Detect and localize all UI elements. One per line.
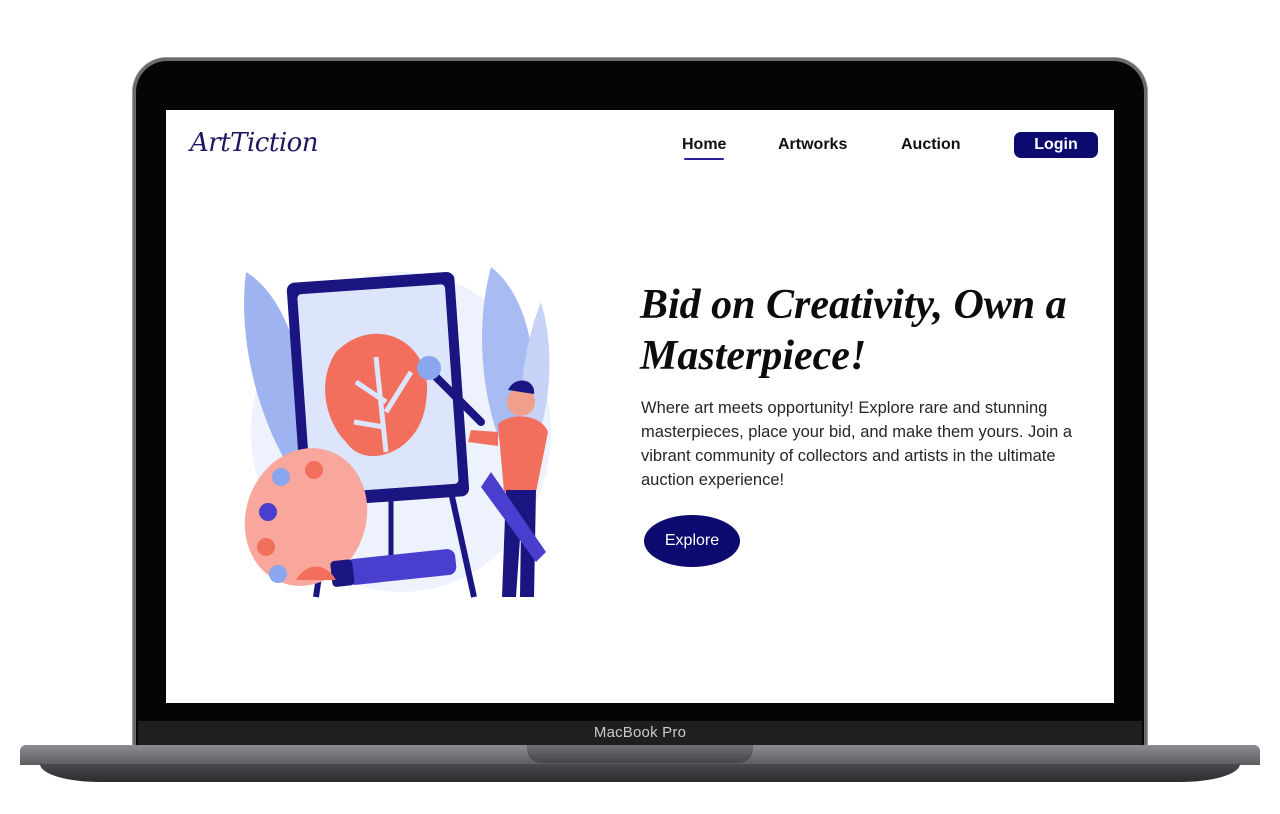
nav-auction-link[interactable]: Auction bbox=[901, 136, 961, 154]
browser-viewport: ArtTiction Home Artworks Auction Login B… bbox=[166, 110, 1114, 703]
palette-blob-lightblue bbox=[269, 565, 287, 583]
palette-blob-coral bbox=[305, 461, 323, 479]
paintbrush-tip bbox=[417, 356, 441, 380]
nav-artworks-link[interactable]: Artworks bbox=[778, 136, 847, 154]
hero-title: Bid on Creativity, Own a Masterpiece! bbox=[640, 282, 1067, 379]
palette-blob-blue bbox=[272, 468, 290, 486]
login-button[interactable]: Login bbox=[1014, 132, 1098, 158]
nav-home-link[interactable]: Home bbox=[682, 136, 726, 160]
artist-painting-illustration bbox=[244, 267, 551, 598]
device-label: MacBook Pro bbox=[593, 724, 687, 741]
hero-description: Where art meets opportunity! Explore rar… bbox=[641, 399, 1073, 489]
laptop-base-bottom bbox=[40, 764, 1240, 782]
laptop-notch bbox=[527, 745, 753, 763]
explore-button[interactable]: Explore bbox=[644, 515, 740, 567]
palette-blob-red bbox=[257, 538, 275, 556]
paint-tube-cap bbox=[330, 559, 355, 587]
top-nav: Home Artworks Auction bbox=[166, 136, 1114, 166]
palette-blob-indigo bbox=[259, 503, 277, 521]
